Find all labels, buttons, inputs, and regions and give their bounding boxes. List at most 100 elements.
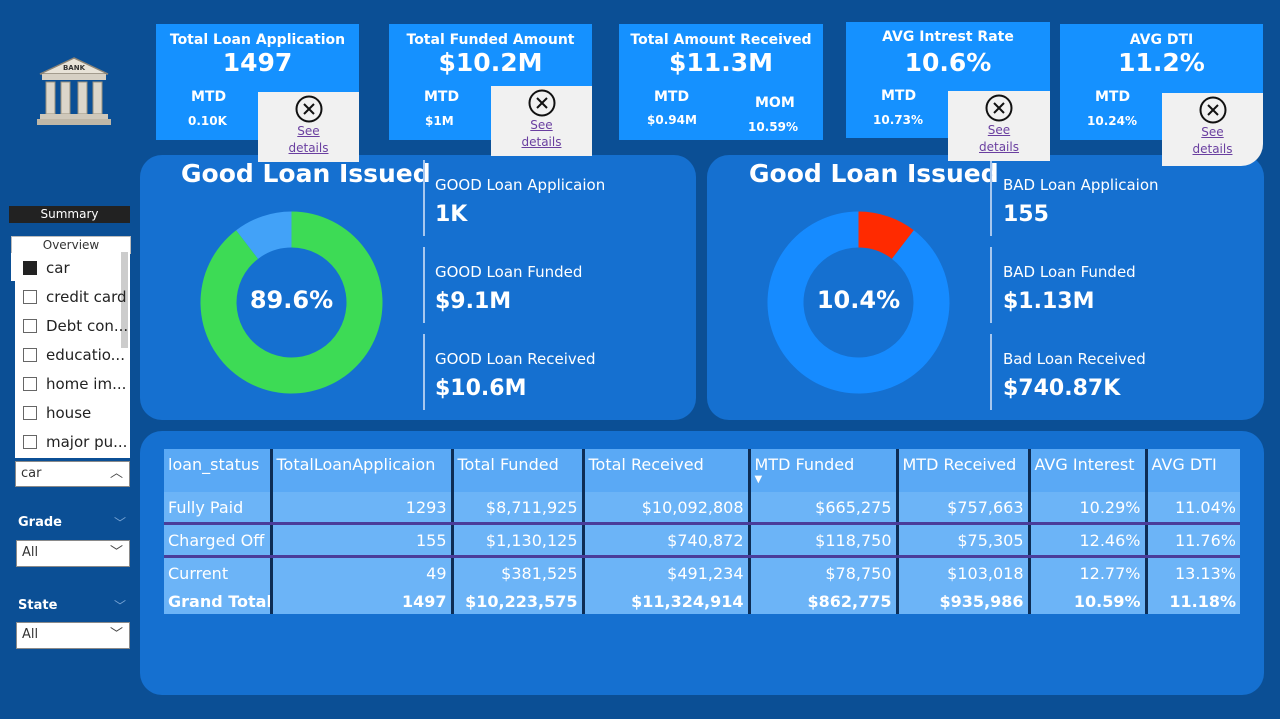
good-stat-value: $10.6M <box>435 376 527 401</box>
table-cell: 1497 <box>271 588 454 614</box>
purpose-slicer-list[interactable]: car credit card Debt con... educatio... home… <box>15 252 130 458</box>
table-cell: 10.59% <box>1029 588 1148 614</box>
table-cell: 155 <box>271 523 454 558</box>
loan-status-table: loan_status TotalLoanApplicaion Total Fu… <box>164 449 1240 614</box>
table-cell: $10,223,575 <box>452 588 585 614</box>
see-details-link[interactable]: See <box>1162 124 1263 141</box>
purpose-dropdown[interactable]: car ︿ <box>15 461 130 487</box>
table-cell: $78,750 <box>749 556 899 588</box>
purpose-option[interactable]: credit card <box>23 286 127 308</box>
close-icon[interactable] <box>295 95 323 123</box>
see-details-link[interactable]: details <box>491 134 592 151</box>
close-icon[interactable] <box>985 94 1013 122</box>
see-details-link[interactable]: details <box>948 139 1050 156</box>
close-icon[interactable] <box>528 89 556 117</box>
kpi-mtd-value: 10.73% <box>873 113 923 127</box>
purpose-option-label: home im... <box>46 375 127 393</box>
checkbox[interactable] <box>23 319 37 333</box>
column-header[interactable]: Total Received <box>583 449 751 492</box>
bad-loan-title: Good Loan Issued <box>749 159 999 188</box>
kpi-value: 11.2% <box>1118 48 1205 77</box>
column-header-label: MTD Funded <box>754 455 855 474</box>
close-icon[interactable] <box>1199 96 1227 124</box>
see-details-popup[interactable]: See details <box>491 86 592 156</box>
checkbox[interactable] <box>23 435 37 449</box>
kpi-value: $11.3M <box>669 48 773 77</box>
kpi-mtd-label: MTD <box>1095 89 1131 105</box>
purpose-dropdown-value: car <box>21 466 42 481</box>
chevron-down-icon[interactable]: ﹀ <box>114 597 126 614</box>
kpi-mtd-value: 10.24% <box>1087 114 1137 128</box>
kpi-mtd-label: MTD <box>881 88 917 104</box>
bad-loan-donut[interactable]: 10.4% <box>767 211 950 394</box>
kpi-value: $10.2M <box>438 48 543 77</box>
kpi-mtd-value: $1M <box>425 114 454 128</box>
column-header[interactable]: AVG DTI <box>1146 449 1240 492</box>
good-stat-label: GOOD Loan Applicaion <box>435 176 606 194</box>
chevron-down-icon[interactable]: ﹀ <box>114 514 126 531</box>
column-header[interactable]: TotalLoanApplicaion <box>271 449 454 492</box>
column-header[interactable]: MTD Received <box>897 449 1031 492</box>
grade-dropdown[interactable]: All ﹀ <box>16 540 130 567</box>
purpose-option[interactable]: educatio... <box>23 344 125 366</box>
see-details-link[interactable]: details <box>258 140 359 157</box>
good-loan-percent: 89.6% <box>249 286 334 314</box>
table-cell: $665,275 <box>749 492 899 525</box>
table-total-row[interactable]: Grand Total 1497 $10,223,575 $11,324,914 $86… <box>164 588 1240 614</box>
sort-descending-icon[interactable]: ▼ <box>755 475 892 485</box>
table-cell: $11,324,914 <box>583 588 751 614</box>
table-cell: $1,130,125 <box>452 523 585 558</box>
table-cell: $740,872 <box>583 523 751 558</box>
table-cell: 1293 <box>271 492 454 525</box>
purpose-option-label: educatio... <box>46 346 125 364</box>
purpose-option[interactable]: house <box>23 402 91 424</box>
good-loan-donut[interactable]: 89.6% <box>200 211 383 394</box>
tab-summary[interactable]: Summary <box>9 206 130 223</box>
column-header-sorted[interactable]: MTD Funded ▼ <box>749 449 899 492</box>
checkbox[interactable] <box>23 290 37 304</box>
table-cell: $935,986 <box>897 588 1031 614</box>
table-row[interactable]: Fully Paid 1293 $8,711,925 $10,092,808 $665,… <box>164 492 1240 525</box>
table-cell: 11.04% <box>1146 492 1240 525</box>
kpi-mtd-value: $0.94M <box>647 113 697 127</box>
table-cell: 11.76% <box>1146 523 1240 558</box>
kpi-mtd-label: MTD <box>191 89 227 105</box>
checkbox[interactable] <box>23 406 37 420</box>
see-details-link[interactable]: details <box>1162 141 1263 158</box>
table-cell: 13.13% <box>1146 556 1240 588</box>
kpi-mom-value: 10.59% <box>748 120 798 134</box>
grade-label: Grade <box>18 515 62 530</box>
see-details-popup[interactable]: See details <box>258 92 359 162</box>
kpi-title: Total Funded Amount <box>406 32 575 48</box>
kpi-title: AVG DTI <box>1129 32 1194 48</box>
see-details-link[interactable]: See <box>491 117 592 134</box>
table-header-row: loan_status TotalLoanApplicaion Total Fu… <box>164 449 1240 492</box>
see-details-link[interactable]: See <box>258 123 359 140</box>
table-cell: $8,711,925 <box>452 492 585 525</box>
purpose-option[interactable]: car <box>23 257 70 279</box>
column-header[interactable]: Total Funded <box>452 449 585 492</box>
bad-loan-percent: 10.4% <box>816 286 901 314</box>
checkbox[interactable] <box>23 377 37 391</box>
see-details-popup[interactable]: See details <box>1162 93 1263 166</box>
checkbox[interactable] <box>23 348 37 362</box>
see-details-link[interactable]: See <box>948 122 1050 139</box>
purpose-option[interactable]: home im... <box>23 373 126 395</box>
kpi-total-amount-received[interactable]: Total Amount Received $11.3M MTD $0.94M … <box>619 24 823 140</box>
column-header[interactable]: AVG Interest <box>1029 449 1148 492</box>
purpose-option[interactable]: major pu... <box>23 431 127 453</box>
table-cell: $491,234 <box>583 556 751 588</box>
table-row[interactable]: Current 49 $381,525 $491,234 $78,750 $103,018… <box>164 556 1240 588</box>
checkbox[interactable] <box>23 261 37 275</box>
purpose-option[interactable]: Debt con... <box>23 315 128 337</box>
bad-stat-value: $740.87K <box>1003 376 1121 401</box>
good-stat-value: 1K <box>435 202 468 227</box>
see-details-popup[interactable]: See details <box>948 91 1050 161</box>
state-dropdown[interactable]: All ﹀ <box>16 622 130 649</box>
table-row[interactable]: Charged Off 155 $1,130,125 $740,872 $118,750… <box>164 523 1240 558</box>
chevron-down-icon: ﹀ <box>109 627 123 642</box>
kpi-title: Total Loan Application <box>169 32 346 48</box>
purpose-option-label: Debt con... <box>46 317 129 335</box>
column-header[interactable]: loan_status <box>164 449 273 492</box>
bad-stat-label: BAD Loan Applicaion <box>1003 176 1159 194</box>
